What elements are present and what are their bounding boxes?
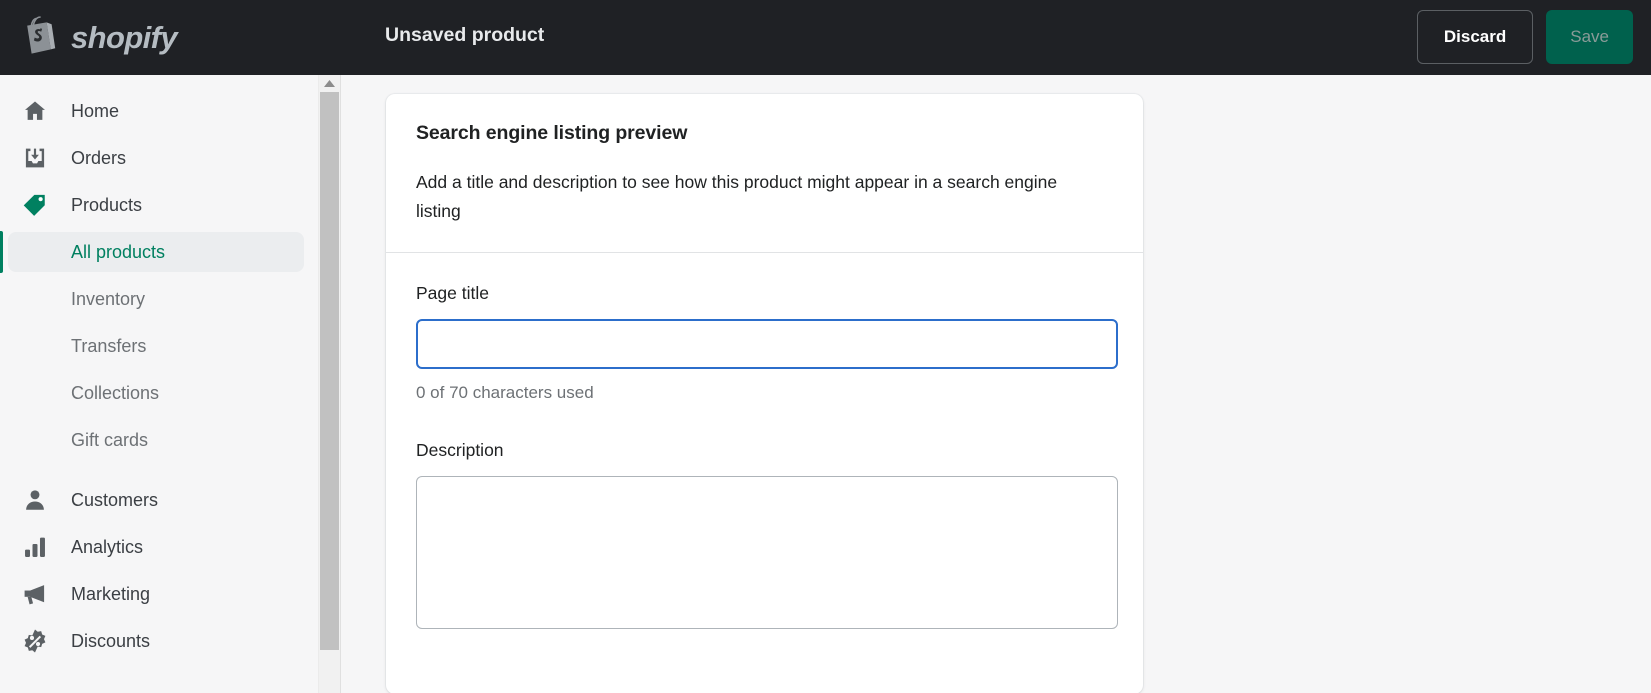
sidebar-item-label: Collections xyxy=(71,382,160,403)
sidebar-item-orders[interactable]: Orders xyxy=(8,138,310,178)
sidebar-item-transfers[interactable]: Transfers xyxy=(8,326,304,366)
card-body: Page title 0 of 70 characters used Descr… xyxy=(386,253,1143,668)
tag-icon xyxy=(22,192,52,218)
seo-preview-card: Search engine listing preview Add a titl… xyxy=(386,94,1143,693)
sidebar-item-products[interactable]: Products xyxy=(8,185,310,225)
sidebar-item-label: All products xyxy=(71,241,166,262)
sidebar-item-label: Inventory xyxy=(71,288,146,309)
description-textarea[interactable] xyxy=(416,475,1118,629)
sidebar-item-collections[interactable]: Collections xyxy=(8,373,304,413)
sidebar-item-label: Orders xyxy=(71,147,127,168)
sidebar-item-gift-cards[interactable]: Gift cards xyxy=(8,420,304,460)
discard-button[interactable]: Discard xyxy=(1416,10,1534,64)
description-label: Description xyxy=(416,439,504,460)
shopify-bag-icon xyxy=(22,14,60,61)
bar-chart-icon xyxy=(22,534,52,560)
sidebar-item-marketing[interactable]: Marketing xyxy=(8,574,310,614)
inbox-download-icon xyxy=(22,145,52,171)
sidebar-item-analytics[interactable]: Analytics xyxy=(8,527,310,567)
sidebar-scrollbar[interactable] xyxy=(318,75,340,693)
card-header: Search engine listing preview Add a titl… xyxy=(386,94,1143,252)
sidebar-item-home[interactable]: Home xyxy=(8,91,310,131)
sidebar-item-label: Customers xyxy=(71,489,159,510)
sidebar-item-inventory[interactable]: Inventory xyxy=(8,279,304,319)
topbar-actions: Discard Save xyxy=(1416,10,1633,64)
megaphone-icon xyxy=(22,581,52,607)
page-title-character-counter: 0 of 70 characters used xyxy=(416,382,594,402)
percent-badge-icon xyxy=(22,628,52,654)
sidebar-item-customers[interactable]: Customers xyxy=(8,480,310,520)
shopify-wordmark: shopify xyxy=(71,19,178,55)
sidebar-item-all-products[interactable]: All products xyxy=(0,231,304,273)
scrollbar-thumb[interactable] xyxy=(320,92,339,650)
sidebar-item-label: Transfers xyxy=(71,335,147,356)
sidebar-item-label: Analytics xyxy=(71,536,144,557)
sidebar-item-label: Products xyxy=(71,194,143,215)
page-title-input[interactable] xyxy=(416,318,1118,369)
main-content: Search engine listing preview Add a titl… xyxy=(341,75,1651,693)
sidebar-item-label: Marketing xyxy=(71,583,151,604)
home-icon xyxy=(22,98,52,124)
sidebar-item-label: Discounts xyxy=(71,630,151,651)
page-title: Unsaved product xyxy=(385,24,545,46)
caret-up-icon[interactable] xyxy=(319,75,340,92)
page-title-field: Page title 0 of 70 characters used xyxy=(416,282,1118,403)
card-title: Search engine listing preview xyxy=(416,122,688,144)
shopify-logo[interactable]: shopify xyxy=(22,14,342,61)
description-field: Description xyxy=(416,439,1118,634)
sidebar-item-discounts[interactable]: Discounts xyxy=(8,621,310,661)
sidebar-item-label: Home xyxy=(71,100,120,121)
card-subtitle: Add a title and description to see how t… xyxy=(416,172,1058,221)
save-button[interactable]: Save xyxy=(1546,10,1633,64)
top-bar: shopify Unsaved product Discard Save xyxy=(0,0,1651,75)
page-title-label: Page title xyxy=(416,282,489,303)
sidebar: Home Orders Products All products Invent… xyxy=(0,75,318,693)
person-icon xyxy=(22,487,52,513)
sidebar-item-label: Gift cards xyxy=(71,429,149,450)
